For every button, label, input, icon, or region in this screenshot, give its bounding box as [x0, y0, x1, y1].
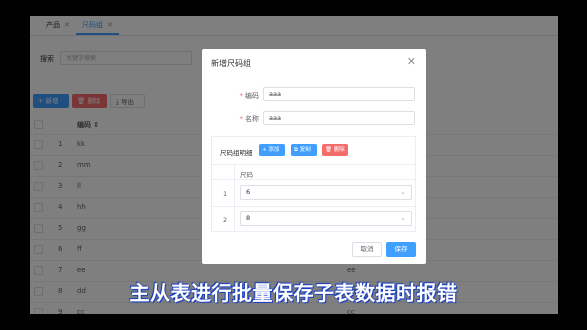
detail-row-index: 2 — [223, 216, 228, 224]
cancel-button[interactable]: 取消 — [352, 242, 382, 257]
code-label: * 编码 — [239, 92, 260, 100]
code-input[interactable]: aaa — [263, 87, 415, 101]
size-select[interactable]: 8 ⌄ — [240, 211, 412, 226]
close-icon[interactable]: ✕ — [407, 55, 416, 68]
save-button[interactable]: 保存 — [386, 242, 416, 257]
copy-icon: ⧉ — [294, 147, 298, 153]
detail-row-index: 1 — [223, 190, 228, 198]
chevron-down-icon: ⌄ — [400, 188, 406, 196]
name-label: * 名称 — [239, 115, 260, 123]
name-input[interactable]: aaa — [263, 111, 415, 125]
detail-copy-button[interactable]: ⧉ 复制 — [291, 144, 317, 156]
video-subtitle: 主从表进行批量保存子表数据时报错 — [129, 281, 458, 305]
size-select-value: 6 — [246, 188, 251, 196]
code-label-text: 编码 — [245, 92, 259, 100]
size-select-value: 8 — [246, 214, 251, 222]
size-detail-table: 尺码组明细 + 添加 ⧉ 复制 🗑 删除 尺码 1 6 ⌄ 2 8 ⌄ — [211, 136, 416, 232]
dialog-title: 新增尺码组 — [211, 59, 251, 68]
size-select[interactable]: 6 ⌄ — [240, 185, 412, 200]
new-size-group-dialog: 新增尺码组 ✕ * 编码 aaa * 名称 aaa 尺码组明细 + 添加 ⧉ 复制 … — [202, 49, 426, 264]
detail-delete-label: 删除 — [333, 147, 345, 153]
name-label-text: 名称 — [245, 115, 259, 123]
size-column-header: 尺码 — [240, 171, 253, 179]
detail-delete-button[interactable]: 🗑 删除 — [322, 144, 348, 156]
trash-icon: 🗑 — [325, 147, 332, 153]
chevron-down-icon: ⌄ — [400, 214, 406, 222]
detail-row: 1 6 ⌄ — [212, 180, 415, 207]
detail-row: 2 8 ⌄ — [212, 206, 415, 232]
detail-toolbar: 尺码组明细 + 添加 ⧉ 复制 🗑 删除 — [212, 137, 415, 165]
detail-title: 尺码组明细 — [220, 149, 253, 157]
detail-copy-label: 复制 — [299, 147, 311, 153]
detail-add-button[interactable]: + 添加 — [259, 144, 285, 156]
